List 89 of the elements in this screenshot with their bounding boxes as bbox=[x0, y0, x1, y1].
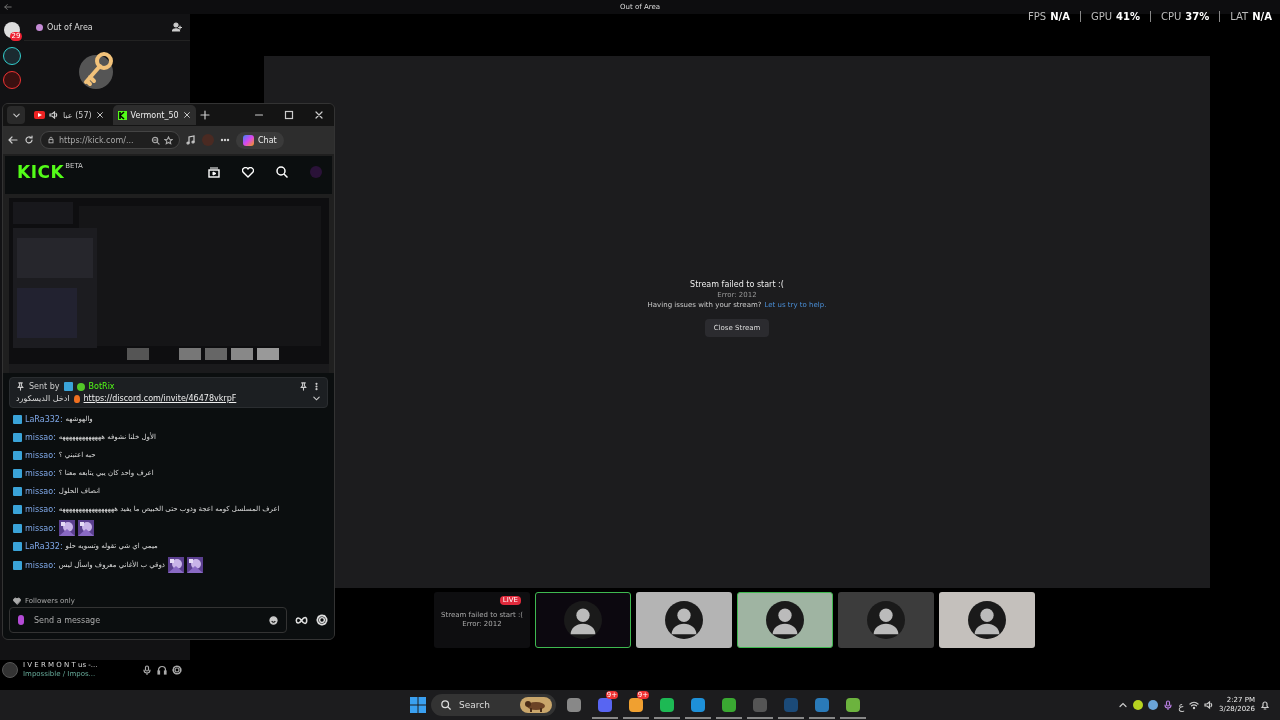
star-icon[interactable] bbox=[164, 135, 173, 145]
verified-icon bbox=[76, 382, 85, 391]
avatar bbox=[766, 601, 804, 639]
stat-value: N/A bbox=[1050, 11, 1070, 22]
search-icon bbox=[441, 700, 451, 710]
server-icon[interactable] bbox=[3, 71, 21, 89]
participant-tile[interactable] bbox=[535, 592, 631, 648]
back-icon[interactable] bbox=[8, 135, 18, 145]
username[interactable]: LaRa332: bbox=[25, 542, 63, 551]
chevron-icon[interactable] bbox=[1118, 700, 1129, 710]
stat-label: CPU bbox=[1160, 11, 1182, 22]
username[interactable]: missao: bbox=[25, 487, 56, 496]
close-icon[interactable] bbox=[314, 110, 324, 120]
avatar bbox=[968, 601, 1006, 639]
music-icon[interactable] bbox=[186, 135, 196, 145]
stat-value: 37% bbox=[1185, 11, 1210, 22]
zoom-icon[interactable] bbox=[151, 135, 160, 145]
microphone-icon[interactable] bbox=[142, 665, 152, 675]
start-icon[interactable] bbox=[410, 697, 426, 713]
sent-by-label: Sent by bbox=[29, 382, 60, 391]
username[interactable]: missao: bbox=[25, 505, 56, 514]
stat-label: GPU bbox=[1090, 11, 1113, 22]
lock-icon bbox=[47, 136, 55, 144]
video-icon bbox=[34, 111, 45, 119]
username[interactable]: missao: bbox=[25, 433, 56, 442]
participant-tile[interactable] bbox=[636, 592, 732, 648]
participant-tile[interactable] bbox=[939, 592, 1035, 648]
microphone-icon[interactable] bbox=[1163, 700, 1174, 710]
participant-tile[interactable] bbox=[737, 592, 833, 648]
add-user-icon[interactable] bbox=[172, 22, 182, 32]
new-tab-icon[interactable] bbox=[199, 110, 210, 120]
username[interactable]: LaRa332: bbox=[25, 415, 63, 424]
heart-icon bbox=[13, 597, 21, 605]
search-field[interactable]: Search bbox=[457, 699, 514, 711]
kick-icon bbox=[117, 110, 127, 120]
stat-value: N/A bbox=[1252, 11, 1272, 22]
bell-icon[interactable] bbox=[1260, 700, 1270, 710]
headphones-icon[interactable] bbox=[157, 665, 167, 675]
more-icon[interactable] bbox=[312, 382, 321, 391]
stat-label: FPS bbox=[1028, 11, 1047, 22]
emoji-icon[interactable] bbox=[269, 615, 278, 625]
tab-title: Vermont_50 bbox=[130, 110, 179, 120]
avatar bbox=[564, 601, 602, 639]
participant-tile[interactable] bbox=[838, 592, 934, 648]
browser-tab[interactable]: (57) عبا bbox=[29, 105, 109, 125]
message-box[interactable]: Send a message bbox=[9, 607, 287, 633]
search-icon[interactable] bbox=[276, 166, 288, 178]
pin-icon[interactable] bbox=[299, 382, 308, 391]
stat-label: LAT bbox=[1230, 11, 1249, 22]
server-icon bbox=[36, 23, 43, 31]
username[interactable]: missao: bbox=[25, 451, 56, 460]
reload-icon[interactable] bbox=[24, 135, 34, 145]
heart-icon[interactable] bbox=[242, 166, 254, 178]
server-icon[interactable] bbox=[3, 47, 21, 65]
username[interactable]: missao: bbox=[25, 560, 56, 570]
invite-link[interactable]: https://discord.com/invite/46478vkrpF bbox=[83, 394, 237, 403]
url-text: https://kick.com/... bbox=[59, 135, 135, 145]
tab-title: (57) عبا bbox=[63, 110, 92, 120]
server-name[interactable]: Out of Area bbox=[47, 22, 168, 32]
message-input[interactable]: Send a message bbox=[32, 614, 261, 626]
stat-value: 41% bbox=[1116, 11, 1140, 22]
tab-menu-button[interactable] bbox=[7, 106, 25, 124]
close-icon[interactable] bbox=[182, 111, 191, 119]
tray-icon[interactable] bbox=[1133, 700, 1144, 710]
speaker-icon[interactable] bbox=[49, 110, 59, 120]
pinned-text: ادخل الديسكورد bbox=[16, 394, 70, 403]
chat-button[interactable]: Chat bbox=[236, 131, 284, 149]
error-title: Stream failed to start :( bbox=[690, 279, 784, 289]
keyboard-language[interactable]: ع bbox=[1178, 699, 1185, 711]
avatar bbox=[665, 601, 703, 639]
kick-logo[interactable]: KICK bbox=[17, 162, 65, 182]
microphone-icon[interactable] bbox=[18, 615, 24, 625]
wifi-icon[interactable] bbox=[1189, 700, 1200, 710]
search-bar[interactable]: Search bbox=[431, 694, 556, 716]
speaker-icon[interactable] bbox=[1204, 700, 1215, 710]
avatar bbox=[867, 601, 905, 639]
maximize-icon[interactable] bbox=[284, 110, 294, 120]
address-bar[interactable]: https://kick.com/... bbox=[40, 131, 180, 149]
video-list-icon[interactable] bbox=[208, 166, 220, 178]
close-icon[interactable] bbox=[95, 111, 104, 119]
browser-tab[interactable]: Vermont_50 bbox=[112, 105, 196, 125]
username[interactable]: missao: bbox=[25, 469, 56, 478]
chevron-icon[interactable] bbox=[312, 394, 321, 403]
pin-icon bbox=[16, 382, 25, 391]
avatar[interactable] bbox=[2, 662, 18, 678]
badge-icon bbox=[63, 382, 73, 391]
settings-icon[interactable] bbox=[172, 665, 182, 675]
bot-name[interactable]: BotRix bbox=[88, 382, 115, 391]
username[interactable]: missao: bbox=[25, 523, 56, 533]
